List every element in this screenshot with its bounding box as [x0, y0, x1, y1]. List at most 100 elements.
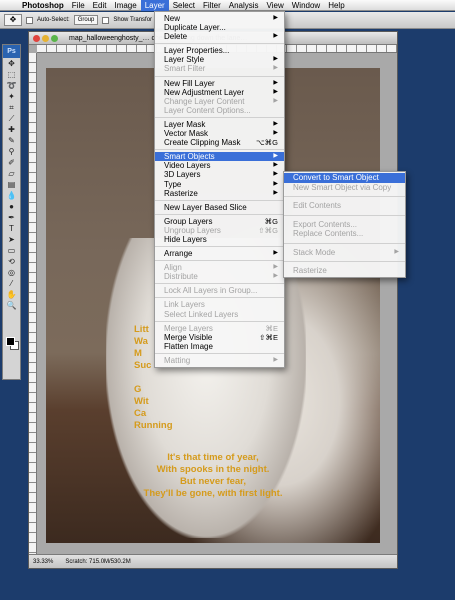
menu-item-label: Export Contents...	[293, 219, 358, 229]
menu-item-label: Hide Layers	[164, 234, 207, 244]
menu-item-label: Smart Objects	[164, 152, 215, 162]
layer-menu-dropdown: New ▶ Duplicate Layer... Delete ▶ Layer Prope…	[154, 11, 285, 368]
menu-separator	[155, 297, 284, 299]
eraser-tool-icon[interactable]: ▱	[3, 168, 20, 179]
menubar: Photoshop File Edit Image Layer Select F…	[0, 0, 455, 11]
menu-item-merge-layers: Merge Layers ⌘E	[155, 324, 284, 333]
scratch-size[interactable]: Scratch: 715.0M/530.2M	[65, 555, 130, 568]
menu-item-group-layers[interactable]: Group Layers ⌘G	[155, 217, 284, 226]
menu-item-label: Layer Mask	[164, 119, 206, 129]
submenu-arrow-icon: ▶	[273, 33, 278, 40]
gradient-tool-icon[interactable]: ▤	[3, 179, 20, 190]
menu-item-label: Vector Mask	[164, 129, 209, 139]
clone-stamp-tool-icon[interactable]: ⚲	[3, 146, 20, 157]
submenu-arrow-icon: ▶	[273, 56, 278, 63]
menu-item-duplicate-layer[interactable]: Duplicate Layer...	[155, 23, 284, 32]
blur-tool-icon[interactable]: 💧	[3, 190, 20, 201]
menu-item-flatten-image[interactable]: Flatten Image	[155, 342, 284, 351]
brush-tool-icon[interactable]: ✎	[3, 135, 20, 146]
menu-image[interactable]: Image	[110, 0, 140, 11]
menu-item-label: 3D Layers	[164, 170, 201, 180]
menu-item-layer-mask[interactable]: Layer Mask ▶	[155, 120, 284, 129]
menu-filter[interactable]: Filter	[199, 0, 225, 11]
menu-item-merge-visible[interactable]: Merge Visible ⇧⌘E	[155, 333, 284, 342]
menu-item-label: Smart Filter	[164, 64, 206, 74]
menu-view[interactable]: View	[263, 0, 288, 11]
menu-item-label: Merge Visible	[164, 332, 213, 342]
menu-window[interactable]: Window	[288, 0, 324, 11]
auto-select-dropdown[interactable]: Group	[73, 15, 99, 25]
menu-item-new-adjustment-layer[interactable]: New Adjustment Layer ▶	[155, 88, 284, 97]
menu-item-video-layers[interactable]: Video Layers ▶	[155, 161, 284, 170]
menu-item-arrange[interactable]: Arrange ▶	[155, 249, 284, 258]
menu-separator	[155, 246, 284, 248]
menu-item-lock-all-layers-in-group: Lock All Layers in Group...	[155, 286, 284, 295]
menu-photoshop[interactable]: Photoshop	[18, 0, 68, 11]
menu-item-label: Replace Contents...	[293, 229, 364, 238]
menu-item-delete[interactable]: Delete ▶	[155, 32, 284, 41]
minimize-window-button[interactable]	[42, 35, 49, 42]
3d-orbit-tool-icon[interactable]: ◎	[3, 267, 20, 278]
menu-item-new[interactable]: New ▶	[155, 14, 284, 23]
menu-file[interactable]: File	[68, 0, 89, 11]
marquee-tool-icon[interactable]: ⬚	[3, 69, 20, 80]
pen-tool-icon[interactable]: ✒	[3, 212, 20, 223]
magic-wand-tool-icon[interactable]: ✦	[3, 91, 20, 102]
history-brush-tool-icon[interactable]: ✐	[3, 157, 20, 168]
menu-select[interactable]: Select	[169, 0, 199, 11]
menu-item-export-contents: Export Contents...	[284, 220, 405, 230]
close-window-button[interactable]	[33, 35, 40, 42]
3d-rotate-tool-icon[interactable]: ⟲	[3, 256, 20, 267]
menu-help[interactable]: Help	[324, 0, 348, 11]
menu-item-type[interactable]: Type ▶	[155, 180, 284, 189]
menu-item-new-layer-based-slice[interactable]: New Layer Based Slice	[155, 203, 284, 212]
menu-item-convert-to-smart-object[interactable]: Convert to Smart Object	[284, 173, 405, 183]
dodge-tool-icon[interactable]: ●	[3, 201, 20, 212]
menu-item-rasterize[interactable]: Rasterize ▶	[155, 189, 284, 198]
zoom-level[interactable]: 33.33%	[33, 555, 53, 568]
menu-item-new-fill-layer[interactable]: New Fill Layer ▶	[155, 79, 284, 88]
menu-edit[interactable]: Edit	[89, 0, 111, 11]
show-transform-checkbox[interactable]	[102, 16, 110, 24]
move-tool-icon[interactable]: ✥	[3, 58, 20, 69]
type-tool-icon[interactable]: T	[3, 223, 20, 234]
path-selection-tool-icon[interactable]: ➤	[3, 234, 20, 245]
menu-item-link-layers: Link Layers	[155, 300, 284, 309]
menu-separator	[155, 199, 284, 201]
menu-separator	[155, 213, 284, 215]
menu-item-create-clipping-mask[interactable]: Create Clipping Mask ⌥⌘G	[155, 138, 284, 147]
zoom-tool-icon[interactable]: 🔍	[3, 300, 20, 311]
menu-item-3d-layers[interactable]: 3D Layers ▶	[155, 170, 284, 179]
auto-select-checkbox[interactable]	[26, 16, 33, 24]
menu-separator	[155, 149, 284, 151]
hand-tool-icon[interactable]: ✋	[3, 289, 20, 300]
menu-layer[interactable]: Layer	[140, 0, 169, 11]
menu-item-new-smart-object-via-copy: New Smart Object via Copy	[284, 183, 405, 193]
menu-item-hide-layers[interactable]: Hide Layers	[155, 235, 284, 244]
menu-item-vector-mask[interactable]: Vector Mask ▶	[155, 129, 284, 138]
move-tool-preset-icon[interactable]: ✥	[4, 14, 22, 26]
menu-item-layer-style[interactable]: Layer Style ▶	[155, 55, 284, 64]
submenu-arrow-icon: ▶	[273, 79, 278, 86]
healing-brush-tool-icon[interactable]: ✚	[3, 124, 20, 135]
menu-item-label: Create Clipping Mask	[164, 138, 241, 148]
shape-tool-icon[interactable]: ▭	[3, 245, 20, 256]
crop-tool-icon[interactable]: ⌗	[3, 102, 20, 113]
submenu-arrow-icon: ▶	[273, 15, 278, 21]
submenu-arrow-icon: ▶	[273, 65, 278, 72]
menu-item-label: Change Layer Content	[164, 96, 245, 106]
submenu-arrow-icon: ▶	[273, 189, 278, 196]
menu-analysis[interactable]: Analysis	[225, 0, 263, 11]
foreground-color-swatch[interactable]	[6, 337, 15, 346]
slice-tool-icon[interactable]: ⟋	[3, 113, 20, 124]
menu-item-label: Rasterize	[293, 266, 327, 275]
menu-item-layer-properties[interactable]: Layer Properties...	[155, 46, 284, 55]
menu-item-label: Stack Mode	[293, 247, 336, 257]
submenu-arrow-icon: ▶	[273, 97, 278, 104]
menu-item-smart-objects[interactable]: Smart Objects ▶	[155, 152, 284, 162]
eyedropper-tool-icon[interactable]: ⁄	[3, 278, 20, 289]
lasso-tool-icon[interactable]: ➰	[3, 80, 20, 91]
zoom-window-button[interactable]	[51, 35, 58, 42]
tools-panel: Ps ✥ ⬚ ➰ ✦ ⌗ ⟋ ✚ ✎ ⚲ ✐ ▱ ▤ 💧 ● ✒ T ➤ ▭ ⟲…	[2, 44, 21, 380]
menu-item-label: New Layer Based Slice	[164, 202, 247, 212]
